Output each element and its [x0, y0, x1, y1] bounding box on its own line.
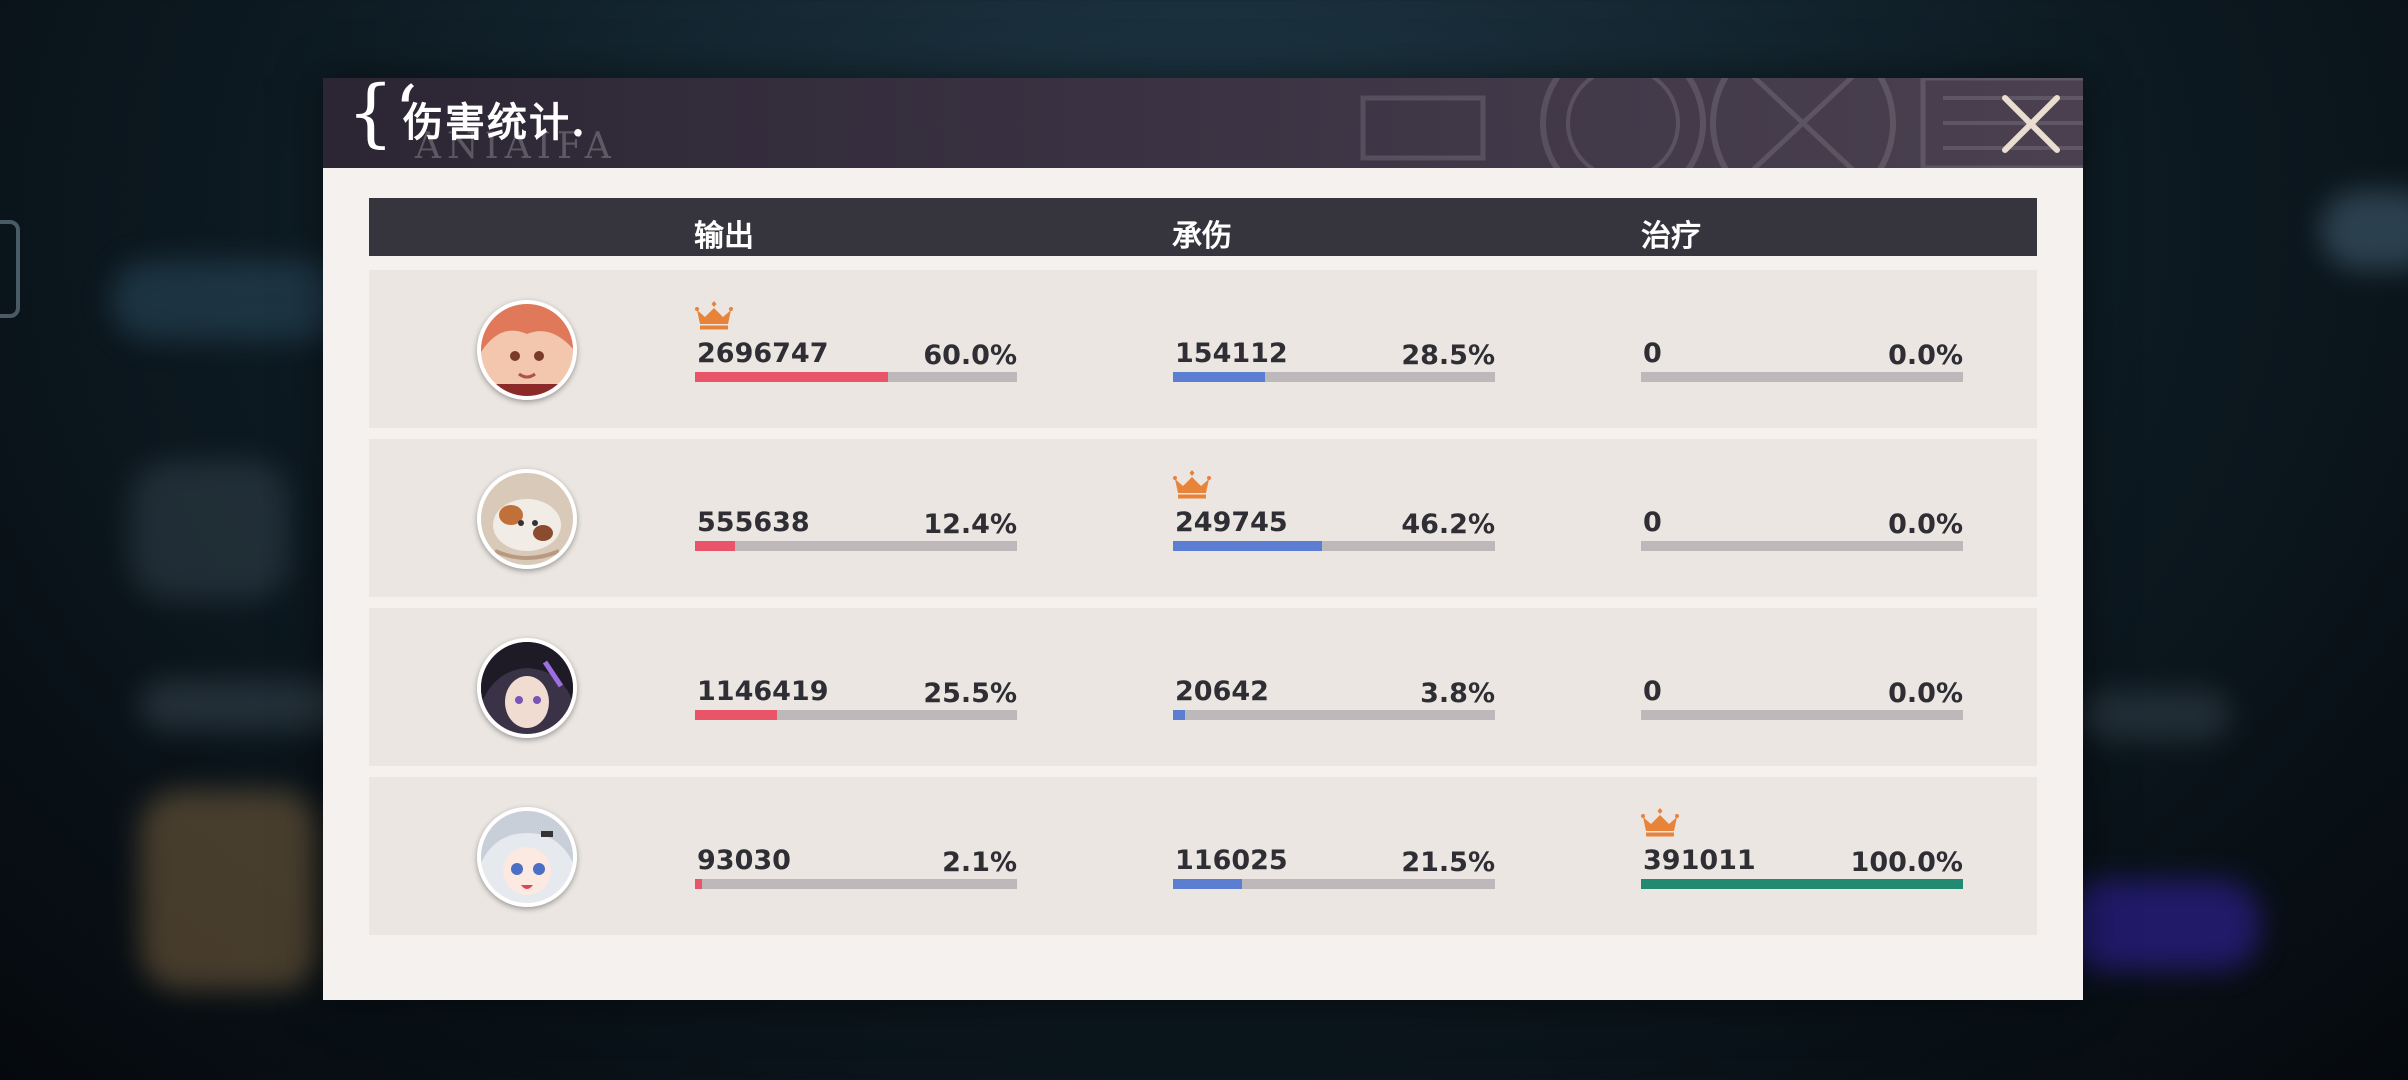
output-progress-fill — [695, 541, 735, 551]
character-avatar[interactable] — [477, 300, 577, 400]
healing-percent: 0.0% — [1888, 678, 1963, 709]
output-percent: 12.4% — [923, 509, 1017, 540]
header-ornament — [1360, 78, 2083, 168]
output-value: 555638 — [697, 507, 810, 538]
crown-icon — [695, 301, 733, 330]
healing-progress-bar — [1641, 372, 1963, 382]
close-icon — [2002, 95, 2060, 153]
output-stat: 1146419 25.5% — [695, 638, 1017, 728]
output-value: 1146419 — [697, 676, 829, 707]
output-stat: 93030 2.1% — [695, 807, 1017, 897]
damage-taken-stat: 116025 21.5% — [1173, 807, 1495, 897]
character-portrait-image — [481, 473, 573, 565]
background-blur — [110, 260, 350, 340]
output-value: 2696747 — [697, 338, 829, 369]
output-value: 93030 — [697, 845, 791, 876]
damage-taken-progress-fill — [1173, 372, 1265, 382]
healing-stat: 0 0.0% — [1641, 300, 1963, 390]
table-row: 555638 12.4% 249745 46.2% 0 0.0% — [369, 439, 2037, 597]
output-stat: 2696747 60.0% — [695, 300, 1017, 390]
character-portrait-image — [481, 304, 573, 396]
healing-percent: 100.0% — [1850, 847, 1963, 878]
damage-taken-progress-bar — [1173, 879, 1495, 889]
background-blur — [130, 460, 290, 600]
column-header-damage-taken: 承伤 — [1172, 219, 1232, 254]
output-stat: 555638 12.4% — [695, 469, 1017, 559]
character-avatar[interactable] — [477, 807, 577, 907]
damage-taken-progress-fill — [1173, 879, 1243, 889]
output-progress-bar — [695, 879, 1017, 889]
damage-taken-progress-bar — [1173, 372, 1495, 382]
damage-taken-progress-bar — [1173, 710, 1495, 720]
healing-progress-fill — [1641, 879, 1963, 889]
healing-percent: 0.0% — [1888, 340, 1963, 371]
damage-taken-progress-fill — [1173, 710, 1186, 720]
damage-taken-value: 249745 — [1175, 507, 1288, 538]
column-header-healing: 治疗 — [1641, 219, 1701, 254]
damage-taken-progress-fill — [1173, 541, 1322, 551]
damage-taken-percent: 21.5% — [1401, 847, 1495, 878]
table-row: 1146419 25.5% 20642 3.8% 0 0.0% — [369, 608, 2037, 766]
healing-value: 0 — [1643, 676, 1662, 707]
table-row: 93030 2.1% 116025 21.5% 391011 100.0% — [369, 777, 2037, 935]
healing-stat: 0 0.0% — [1641, 469, 1963, 559]
output-percent: 60.0% — [923, 340, 1017, 371]
output-progress-bar — [695, 710, 1017, 720]
healing-value: 0 — [1643, 338, 1662, 369]
character-avatar[interactable] — [477, 638, 577, 738]
table-row: 2696747 60.0% 154112 28.5% 0 0.0% — [369, 270, 2037, 428]
crown-icon — [1641, 808, 1679, 837]
table-header: 输出 承伤 治疗 — [369, 198, 2037, 256]
dialog-header: {‘ 伤害统计. ANIAIFA — [323, 78, 2083, 168]
background-blur — [2320, 190, 2408, 270]
damage-statistics-dialog: {‘ 伤害统计. ANIAIFA 输出 承伤 治疗 2696747 60.0% … — [323, 78, 2083, 1000]
side-menu-hex-button[interactable] — [0, 220, 20, 318]
healing-progress-bar — [1641, 710, 1963, 720]
output-progress-fill — [695, 879, 702, 889]
character-portrait-image — [481, 642, 573, 734]
healing-value: 391011 — [1643, 845, 1756, 876]
damage-taken-percent: 3.8% — [1420, 678, 1495, 709]
output-progress-bar — [695, 372, 1017, 382]
healing-progress-bar — [1641, 879, 1963, 889]
background-blur — [2060, 880, 2260, 970]
character-portrait-image — [481, 811, 573, 903]
column-header-output: 输出 — [694, 219, 754, 254]
background-blur — [140, 790, 320, 990]
output-progress-fill — [695, 372, 889, 382]
close-button[interactable] — [1991, 84, 2071, 164]
damage-taken-value: 116025 — [1175, 845, 1288, 876]
healing-value: 0 — [1643, 507, 1662, 538]
damage-taken-value: 154112 — [1175, 338, 1288, 369]
damage-taken-stat: 249745 46.2% — [1173, 469, 1495, 559]
crown-icon — [1173, 470, 1211, 499]
healing-progress-bar — [1641, 541, 1963, 551]
background-blur — [2080, 690, 2230, 740]
healing-stat: 0 0.0% — [1641, 638, 1963, 728]
output-percent: 2.1% — [942, 847, 1017, 878]
output-progress-fill — [695, 710, 778, 720]
healing-percent: 0.0% — [1888, 509, 1963, 540]
character-avatar[interactable] — [477, 469, 577, 569]
damage-taken-stat: 154112 28.5% — [1173, 300, 1495, 390]
output-progress-bar — [695, 541, 1017, 551]
healing-stat: 391011 100.0% — [1641, 807, 1963, 897]
output-percent: 25.5% — [923, 678, 1017, 709]
damage-taken-stat: 20642 3.8% — [1173, 638, 1495, 728]
damage-taken-value: 20642 — [1175, 676, 1269, 707]
damage-taken-progress-bar — [1173, 541, 1495, 551]
damage-taken-percent: 28.5% — [1401, 340, 1495, 371]
damage-taken-percent: 46.2% — [1401, 509, 1495, 540]
title-watermark: ANIAIFA — [415, 126, 617, 167]
